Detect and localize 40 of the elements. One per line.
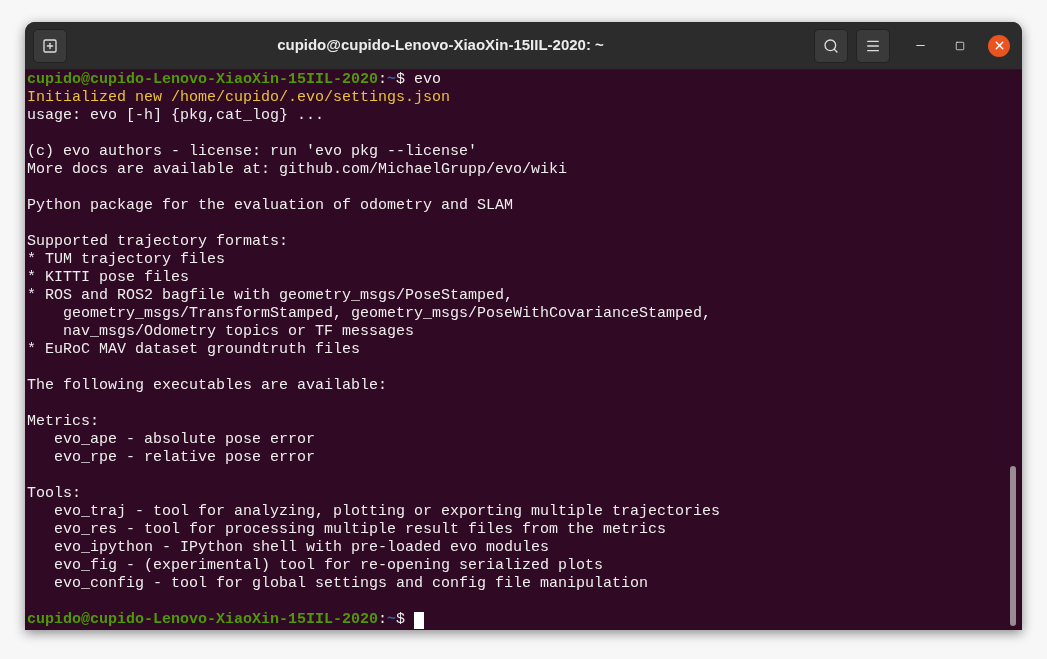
- search-icon: [823, 37, 839, 54]
- output-line: evo_traj - tool for analyzing, plotting or exporting multiple trajectories: [53, 503, 721, 520]
- close-button[interactable]: [988, 34, 1010, 57]
- search-button[interactable]: [814, 28, 848, 63]
- maximize-icon: [955, 40, 965, 51]
- prompt-path: ~: [387, 611, 397, 629]
- output-line: geometry_msgs/TransformStamped, geometry_msgs/PoseWithCovarianceStamped,: [62, 305, 712, 322]
- output-line: evo_res - tool for processing multiple result files from the metrics: [53, 521, 667, 538]
- output-line: usage: evo [-h] {pkg,cat_log} ...: [27, 107, 325, 124]
- output-line: * KITTI pose files: [27, 269, 190, 286]
- scrollbar-thumb[interactable]: [1010, 466, 1016, 626]
- output-line: evo_ipython - IPython shell with pre-loaded evo modules: [53, 539, 550, 556]
- output-line: The following executables are available:: [27, 377, 388, 394]
- prompt-path: ~: [387, 71, 397, 89]
- menu-button[interactable]: [856, 28, 890, 63]
- output-line: * ROS and ROS2 bagfile with geometry_msgs/PoseStamped,: [27, 287, 514, 304]
- window-title: cupido@cupido-Lenovo-XiaoXin-15IIL-2020: ~: [277, 35, 604, 56]
- output-line: Python package for the evaluation of odometry and SLAM: [27, 197, 514, 214]
- output-line: evo_config - tool for global settings and config file manipulation: [53, 575, 649, 592]
- output-line: (c) evo authors - license: run 'evo pkg --license': [27, 143, 478, 160]
- prompt-separator: :: [378, 71, 388, 89]
- output-line: More docs are available at: github.com/MichaelGrupp/evo/wiki: [27, 161, 568, 178]
- output-line: evo_rpe - relative pose error: [53, 449, 316, 466]
- prompt-user-host: cupido@cupido-Lenovo-XiaoXin-15IIL-2020: [27, 611, 379, 629]
- command-text: evo: [413, 71, 442, 89]
- output-line: Tools:: [27, 485, 81, 502]
- output-line: Initialized new /home/cupido/.evo/settings.json: [27, 89, 451, 106]
- output-line: evo_fig - (experimental) tool for re-opening serialized plots: [53, 557, 604, 574]
- prompt-separator: :: [378, 611, 388, 629]
- new-tab-icon: [42, 37, 58, 54]
- prompt-user-host: cupido@cupido-Lenovo-XiaoXin-15IIL-2020: [27, 71, 379, 89]
- output-line: * EuRoC MAV dataset groundtruth files: [27, 341, 361, 358]
- output-line: evo_ape - absolute pose error: [53, 431, 316, 448]
- prompt-symbol: $: [396, 71, 406, 89]
- output-line: nav_msgs/Odometry topics or TF messages: [62, 323, 415, 340]
- output-line: Supported trajectory formats:: [27, 233, 289, 250]
- output-line: * TUM trajectory files: [27, 251, 226, 268]
- prompt-symbol: $: [396, 611, 406, 629]
- new-tab-button[interactable]: [33, 28, 67, 63]
- output-line: Metrics:: [27, 413, 99, 430]
